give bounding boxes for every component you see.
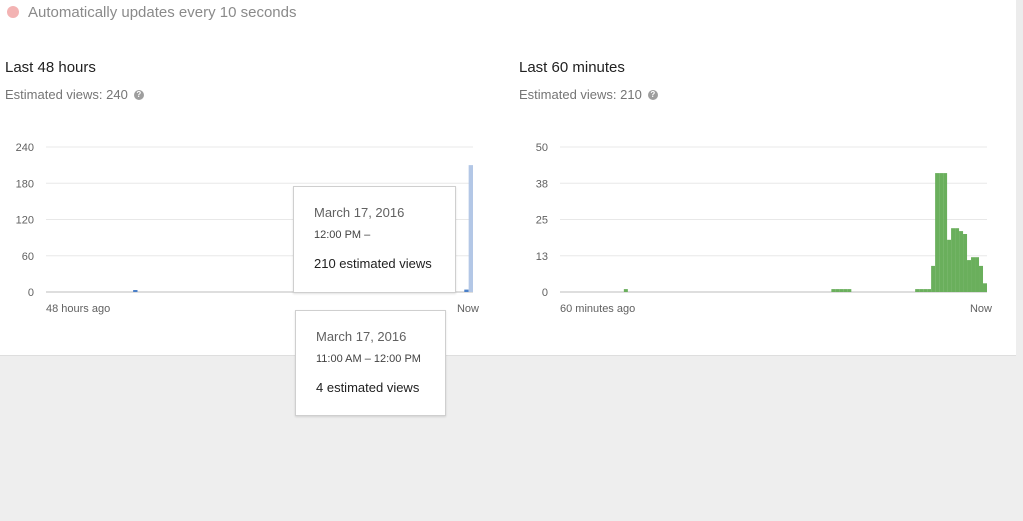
y-tick-label: 240 (16, 142, 34, 154)
chart-bar[interactable] (843, 289, 848, 292)
chart-bar[interactable] (947, 239, 952, 292)
tooltip-hour-210: March 17, 2016 12:00 PM – 210 estimated … (293, 186, 456, 293)
panel-48h-estimated-views: Estimated views: 240 ? (5, 87, 144, 102)
chart-bar[interactable] (919, 289, 924, 292)
y-tick-label: 50 (536, 142, 548, 154)
live-indicator-dot (7, 6, 19, 18)
chart-bar[interactable] (975, 257, 980, 292)
chart-60m: 50 38 25 13 0 60 minutes ago Now (536, 142, 992, 315)
chart-bar[interactable] (831, 289, 836, 292)
chart-bar[interactable] (951, 228, 956, 292)
chart-bar[interactable] (935, 173, 940, 292)
chart-bar[interactable] (955, 228, 960, 292)
tooltip-date: March 17, 2016 (316, 329, 407, 344)
chart-bar[interactable] (915, 289, 920, 292)
chart-bar[interactable] (971, 257, 976, 292)
chart-bar[interactable] (959, 231, 964, 292)
y-tick-label: 0 (28, 287, 34, 299)
chart-bar[interactable] (847, 289, 852, 292)
realtime-card: Automatically updates every 10 seconds L… (0, 0, 1016, 356)
y-tick-label: 25 (536, 215, 548, 227)
chart-bar[interactable] (133, 290, 138, 292)
chart-bar[interactable] (623, 289, 628, 292)
auto-update-text: Automatically updates every 10 seconds (28, 3, 297, 21)
panel-60m-title: Last 60 minutes (519, 59, 625, 76)
x-end-label: Now (970, 303, 992, 315)
chart-bar[interactable] (979, 265, 984, 292)
chart-bar[interactable] (939, 173, 944, 292)
panel-48h-views-text: Estimated views: 240 (5, 87, 128, 102)
chart-bar[interactable] (468, 165, 473, 292)
scrollbar-track[interactable] (1016, 0, 1023, 300)
auto-update-status: Automatically updates every 10 seconds (7, 2, 296, 22)
tooltip-views: 4 estimated views (316, 380, 420, 395)
chart-bar[interactable] (464, 289, 469, 292)
chart-bar[interactable] (927, 289, 932, 292)
y-tick-label: 120 (16, 215, 34, 227)
y-tick-label: 0 (542, 287, 548, 299)
chart-bar[interactable] (967, 260, 972, 292)
chart-bar[interactable] (963, 234, 968, 292)
y-tick-label: 38 (536, 178, 548, 190)
chart-bar[interactable] (835, 289, 840, 292)
panel-60m-views-text: Estimated views: 210 (519, 87, 642, 102)
tooltip-views: 210 estimated views (314, 256, 432, 271)
tooltip-date: March 17, 2016 (314, 205, 405, 220)
chart-bar[interactable] (923, 289, 928, 292)
tooltip-hour-4: March 17, 2016 11:00 AM – 12:00 PM 4 est… (295, 310, 446, 416)
panel-60m-estimated-views: Estimated views: 210 ? (519, 87, 658, 102)
help-icon[interactable]: ? (647, 89, 658, 100)
panel-48h-title: Last 48 hours (5, 59, 96, 76)
chart-bar[interactable] (839, 289, 844, 292)
tooltip-time: 11:00 AM – 12:00 PM (316, 353, 421, 365)
x-start-label: 48 hours ago (46, 303, 110, 315)
y-tick-label: 60 (22, 251, 34, 263)
x-end-label: Now (457, 303, 479, 315)
y-tick-label: 180 (16, 178, 34, 190)
chart-bar[interactable] (931, 265, 936, 292)
help-icon[interactable]: ? (133, 89, 144, 100)
x-start-label: 60 minutes ago (560, 303, 635, 315)
chart-bar[interactable] (983, 283, 987, 292)
y-tick-label: 13 (536, 251, 548, 263)
tooltip-time: 12:00 PM – (314, 229, 371, 241)
chart-bar[interactable] (943, 173, 948, 292)
